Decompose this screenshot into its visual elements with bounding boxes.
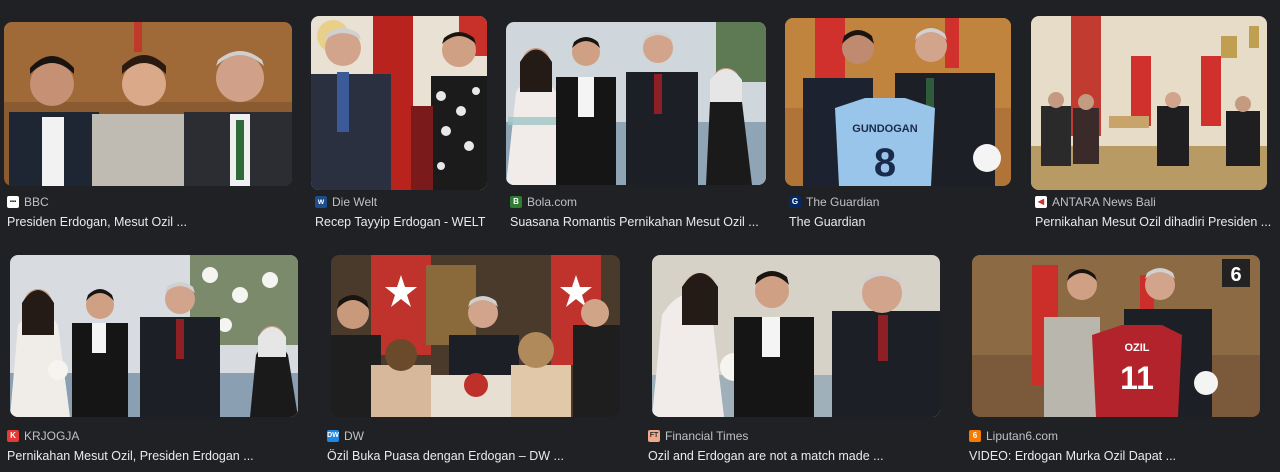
result-source[interactable]: K KRJOGJA [7,429,79,443]
result-thumbnail[interactable] [4,22,292,186]
bola-icon: B [510,196,522,208]
result-title[interactable]: Suasana Romantis Pernikahan Mesut Ozil .… [510,215,759,229]
result-source[interactable]: FT Financial Times [648,429,748,443]
jersey-name: OZIL [1124,342,1149,354]
result-source-label: Financial Times [665,429,749,443]
result-thumbnail[interactable] [331,255,620,417]
bbc-icon: ▪▪▪ [7,196,19,208]
result-title[interactable]: VIDEO: Erdogan Murka Ozil Dapat ... [969,449,1176,463]
result-thumbnail[interactable]: GUNDOGAN 8 [785,18,1011,186]
result-source-label: Die Welt [332,195,378,209]
result-source-label: DW [344,429,364,443]
result-title[interactable]: The Guardian [789,215,865,229]
krjogja-icon: K [7,430,19,442]
liputan6-watermark: 6 [1230,264,1241,286]
result-thumbnail[interactable] [1031,16,1267,190]
result-source[interactable]: B Bola.com [510,195,577,209]
jersey-number: 11 [1120,360,1154,396]
result-source-label: The Guardian [806,195,880,209]
liputan6-icon: 6 [969,430,981,442]
jersey-name: GUNDOGAN [852,123,917,135]
result-title[interactable]: Presiden Erdogan, Mesut Ozil ... [7,215,187,229]
result-thumbnail[interactable]: 6 OZIL 11 [972,255,1260,417]
result-source-label: ANTARA News Bali [1052,195,1156,209]
result-title[interactable]: Pernikahan Mesut Ozil, Presiden Erdogan … [7,449,254,463]
result-title[interactable]: Özil Buka Puasa dengan Erdogan – DW ... [327,449,564,463]
result-title[interactable]: Ozil and Erdogan are not a match made ..… [648,449,884,463]
result-title[interactable]: Recep Tayyip Erdogan - WELT [315,215,485,229]
ft-icon: FT [648,430,660,442]
result-title[interactable]: Pernikahan Mesut Ozil dihadiri Presiden … [1035,215,1271,229]
result-source[interactable]: ▪▪▪ BBC [7,195,49,209]
jersey-number: 8 [874,141,896,185]
antara-icon: ◀ [1035,196,1047,208]
result-thumbnail[interactable] [311,16,487,190]
result-source-label: KRJOGJA [24,429,80,443]
result-source[interactable]: w Die Welt [315,195,377,209]
result-source-label: BBC [24,195,49,209]
result-source[interactable]: ◀ ANTARA News Bali [1035,195,1156,209]
result-source-label: Bola.com [527,195,578,209]
result-source[interactable]: DW DW [327,429,364,443]
result-thumbnail[interactable] [506,22,766,185]
welt-icon: w [315,196,327,208]
dw-icon: DW [327,430,339,442]
result-thumbnail[interactable] [10,255,298,417]
result-source-label: Liputan6.com [986,429,1059,443]
result-thumbnail[interactable] [652,255,940,417]
result-source[interactable]: G The Guardian [789,195,879,209]
guardian-icon: G [789,196,801,208]
result-source[interactable]: 6 Liputan6.com [969,429,1058,443]
